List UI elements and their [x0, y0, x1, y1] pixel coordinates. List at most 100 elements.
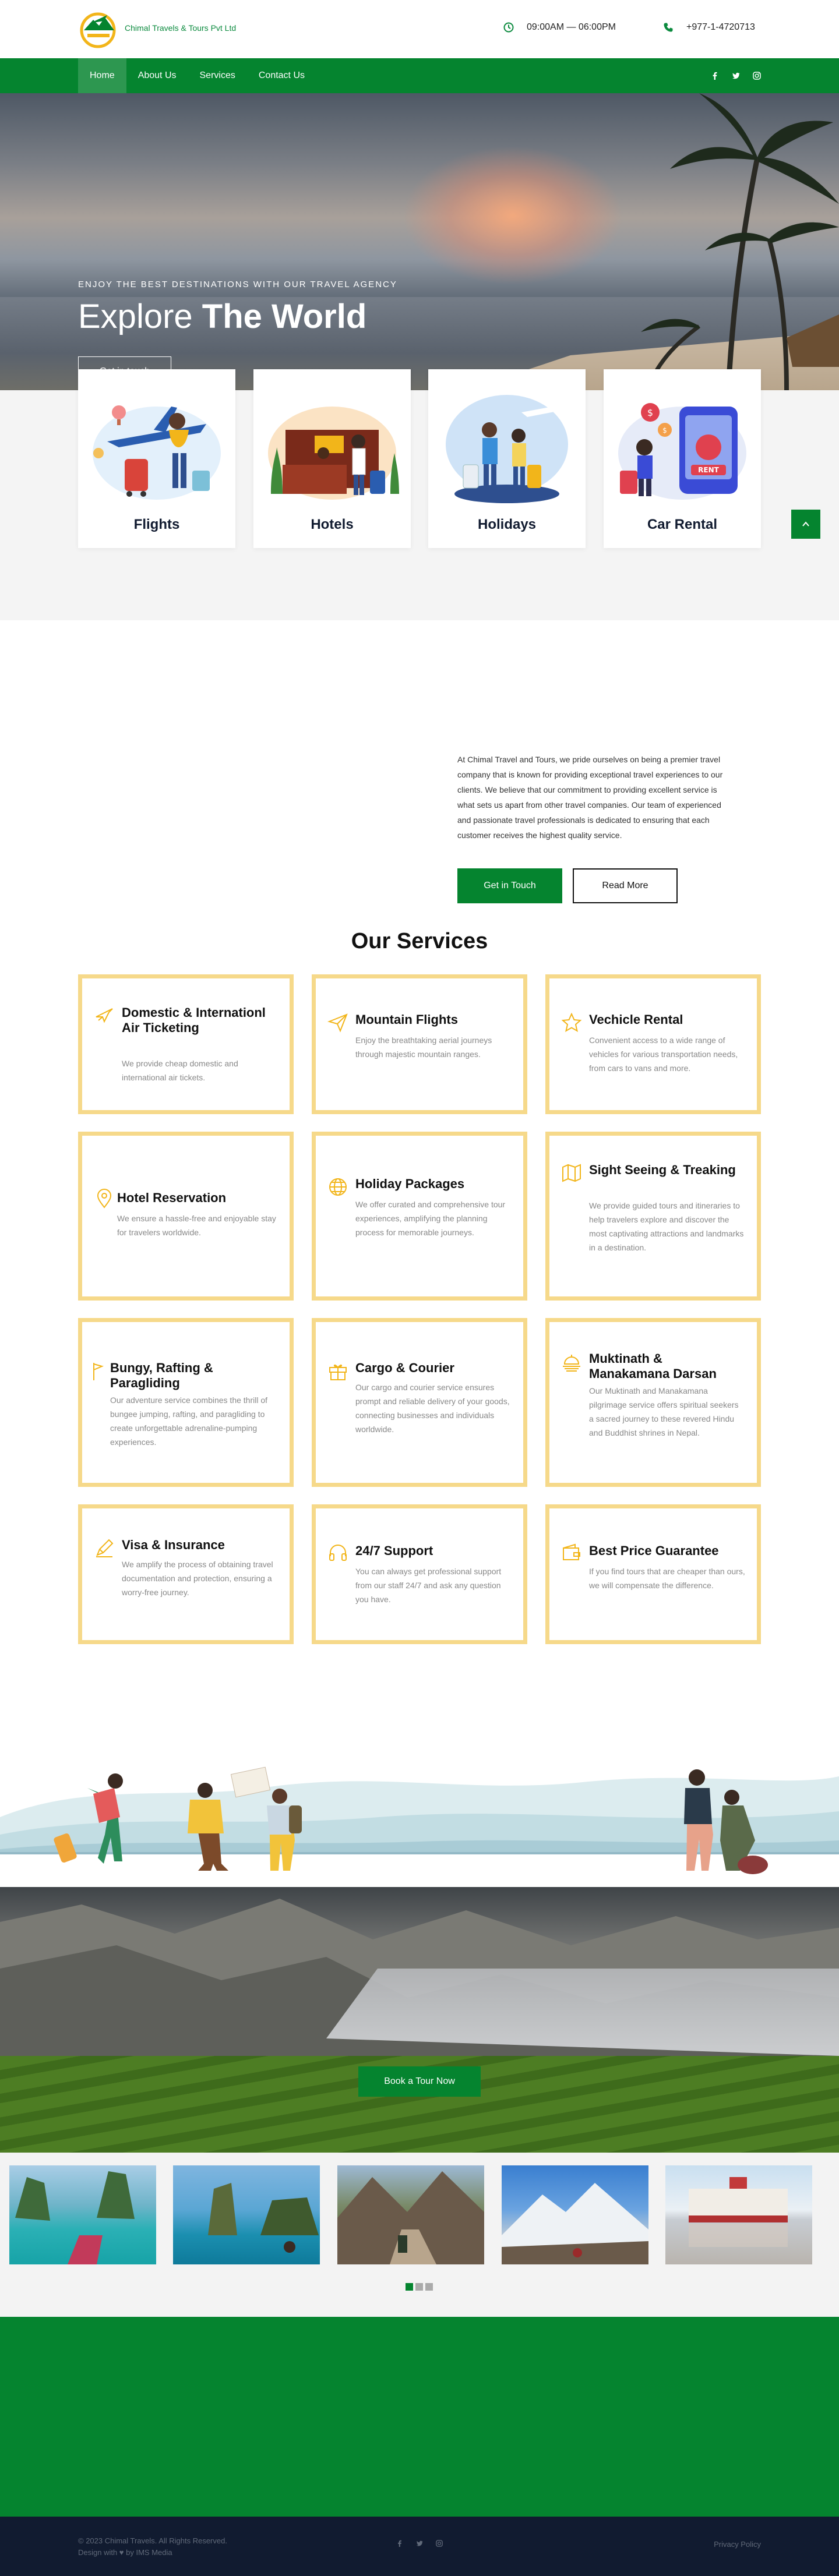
- service-card-muktinath-manakamana[interactable]: Muktinath & Manakamana Darsan Our Muktin…: [545, 1318, 761, 1487]
- category-label: Car Rental: [647, 517, 718, 532]
- gift-box-icon: [327, 1361, 348, 1381]
- credit-text[interactable]: Design with ♥ by IMS Media: [78, 2547, 227, 2559]
- services-section: Our Services Domestic & Internationl Air…: [0, 929, 839, 1718]
- phone-contact[interactable]: +977-1-4720713: [663, 22, 755, 33]
- gallery-dot-1[interactable]: [406, 2283, 413, 2291]
- holidays-illustration: [446, 395, 568, 503]
- footer-green-band: [0, 2317, 839, 2517]
- site-footer: © 2023 Chimal Travels. All Rights Reserv…: [0, 2517, 839, 2576]
- nav-item-contact-us[interactable]: Contact Us: [247, 58, 316, 93]
- gallery-island-boat-art: [15, 2171, 135, 2264]
- svg-text:$: $: [662, 426, 667, 434]
- phone-text[interactable]: +977-1-4720713: [686, 22, 755, 33]
- service-title: Muktinath & Manakamana Darsan: [589, 1351, 717, 1381]
- about-get-in-touch-button[interactable]: Get in Touch: [457, 868, 562, 903]
- category-label: Holidays: [477, 517, 537, 532]
- gallery-image-snow-peak[interactable]: [502, 2165, 648, 2264]
- service-title: Holiday Packages: [355, 1176, 465, 1191]
- nav-item-services[interactable]: Services: [188, 58, 247, 93]
- plane-icon: [94, 1005, 115, 1026]
- instagram-icon[interactable]: [753, 72, 761, 80]
- gallery-temple-reflection-art: [689, 2177, 788, 2247]
- service-title: Visa & Insurance: [122, 1538, 225, 1552]
- service-card-sight-seeing[interactable]: Sight Seeing & Treaking We provide guide…: [545, 1132, 761, 1301]
- gallery-image-mountain-trek[interactable]: [337, 2165, 484, 2264]
- instagram-icon[interactable]: [436, 2540, 443, 2547]
- service-title: Best Price Guarantee: [589, 1543, 719, 1558]
- scroll-to-top-button[interactable]: [791, 510, 820, 539]
- sunset-glow: [402, 146, 623, 285]
- service-card-cargo-courier[interactable]: Cargo & Courier Our cargo and courier se…: [312, 1318, 527, 1487]
- services-heading: Our Services: [351, 929, 488, 953]
- pen-icon: [94, 1538, 115, 1559]
- twitter-icon[interactable]: [732, 72, 740, 80]
- service-description: Our cargo and courier service ensures pr…: [355, 1383, 510, 1434]
- service-description: If you find tours that are cheaper than …: [589, 1567, 745, 1590]
- book-tour-section: Book a Tour Now: [0, 1887, 839, 2153]
- hero-kicker: Enjoy the best destinations with our tra…: [78, 280, 397, 289]
- category-section: Flights Hotels Holidays RENT $ $ Car Ren…: [0, 369, 839, 620]
- main-nav: Home About Us Services Contact Us: [0, 58, 839, 93]
- map-icon: [561, 1162, 582, 1183]
- service-card-best-price[interactable]: Best Price Guarantee If you find tours t…: [545, 1504, 761, 1644]
- service-title: 24/7 Support: [355, 1543, 433, 1558]
- gallery-image-temple-reflection[interactable]: [665, 2165, 812, 2264]
- gallery-image-island-boat[interactable]: [9, 2165, 156, 2264]
- brand-name: Chimal Travels & Tours Pvt Ltd: [125, 23, 237, 33]
- service-description: Our Muktinath and Manakamana pilgrimage …: [589, 1386, 739, 1437]
- service-description: We provide cheap domestic and internatio…: [122, 1059, 238, 1082]
- service-title: Cargo & Courier: [355, 1361, 454, 1375]
- privacy-policy-link[interactable]: Privacy Policy: [714, 2540, 761, 2549]
- service-card-holiday-packages[interactable]: Holiday Packages We offer curated and co…: [312, 1132, 527, 1301]
- category-card-hotels[interactable]: Hotels: [253, 369, 411, 548]
- service-description: We amplify the process of obtaining trav…: [122, 1560, 273, 1597]
- gallery-rock-island-art: [208, 2183, 319, 2253]
- hero-banner: Enjoy the best destinations with our tra…: [0, 93, 839, 390]
- nav-social-links: [711, 58, 761, 93]
- gallery-image-rock-island[interactable]: [173, 2165, 320, 2264]
- service-title: Sight Seeing & Treaking: [589, 1162, 736, 1177]
- service-card-visa-insurance[interactable]: Visa & Insurance We amplify the process …: [78, 1504, 294, 1644]
- service-card-adventure-sports[interactable]: Bungy, Rafting & Paragliding Our adventu…: [78, 1318, 294, 1487]
- twitter-icon[interactable]: [416, 2540, 423, 2547]
- hero-title-light: Explore: [78, 298, 193, 335]
- about-section: At Chimal Travel and Tours, we pride our…: [0, 620, 839, 929]
- svg-text:$: $: [647, 407, 653, 418]
- service-card-air-ticketing[interactable]: Domestic & Internationl Air Ticketing We…: [78, 974, 294, 1114]
- category-card-car-rental[interactable]: RENT $ $ Car Rental: [604, 369, 761, 548]
- globe-icon: [327, 1176, 348, 1197]
- facebook-icon[interactable]: [396, 2540, 403, 2547]
- gallery-dot-3[interactable]: [425, 2283, 433, 2291]
- category-card-flights[interactable]: Flights: [78, 369, 235, 548]
- service-title: Mountain Flights: [355, 1012, 458, 1027]
- facebook-icon[interactable]: [711, 72, 719, 80]
- copyright-text: © 2023 Chimal Travels. All Rights Reserv…: [78, 2536, 227, 2545]
- service-description: We provide guided tours and itineraries …: [589, 1201, 744, 1252]
- gallery-mountain-trek-art: [337, 2171, 484, 2264]
- service-card-vehicle-rental[interactable]: Vechicle Rental Convenient access to a w…: [545, 974, 761, 1114]
- nav-item-about-us[interactable]: About Us: [126, 58, 188, 93]
- service-card-support[interactable]: 24/7 Support You can always get professi…: [312, 1504, 527, 1644]
- car-rental-illustration: RENT $ $: [618, 403, 746, 500]
- service-description: Convenient access to a wide range of veh…: [589, 1036, 738, 1073]
- travelers-illustration-banner: [0, 1718, 839, 1887]
- hero-title-bold: The World: [202, 298, 367, 335]
- phone-icon: [663, 22, 674, 33]
- service-card-mountain-flights[interactable]: Mountain Flights Enjoy the breathtaking …: [312, 974, 527, 1114]
- company-logo[interactable]: [78, 8, 121, 49]
- category-card-holidays[interactable]: Holidays: [428, 369, 586, 548]
- nav-item-home[interactable]: Home: [78, 58, 126, 93]
- hours-text: 09:00AM — 06:00PM: [527, 22, 616, 32]
- service-description: Enjoy the breathtaking aerial journeys t…: [355, 1036, 492, 1059]
- about-text: At Chimal Travel and Tours, we pride our…: [457, 755, 723, 840]
- service-description: You can always get professional support …: [355, 1567, 502, 1604]
- gallery-dot-2[interactable]: [415, 2283, 423, 2291]
- service-card-hotel-reservation[interactable]: Hotel Reservation We ensure a hassle-fre…: [78, 1132, 294, 1301]
- book-tour-button[interactable]: Book a Tour Now: [358, 2066, 481, 2097]
- service-description: We ensure a hassle-free and enjoyable st…: [117, 1214, 276, 1237]
- hotels-illustration: [268, 407, 399, 500]
- about-read-more-button[interactable]: Read More: [573, 868, 678, 903]
- map-pin-icon: [94, 1188, 115, 1209]
- svg-text:RENT: RENT: [698, 466, 719, 474]
- service-description: We offer curated and comprehensive tour …: [355, 1200, 506, 1237]
